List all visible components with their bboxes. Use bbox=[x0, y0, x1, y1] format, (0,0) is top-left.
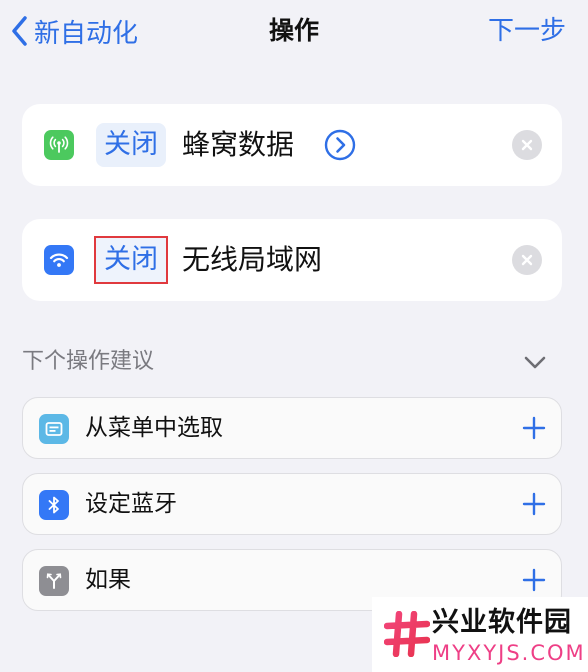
action-parameter-token[interactable]: 关闭 bbox=[96, 123, 166, 167]
bluetooth-glyph bbox=[48, 496, 59, 514]
close-icon bbox=[521, 139, 533, 151]
plus-icon[interactable] bbox=[521, 415, 547, 441]
suggestion-label: 设定蓝牙 bbox=[85, 491, 177, 517]
site-watermark: 兴业软件园 MYXYJS.COM bbox=[372, 597, 588, 672]
remove-action-button[interactable] bbox=[512, 130, 542, 160]
branch-icon bbox=[39, 566, 69, 596]
suggestion-label: 从菜单中选取 bbox=[85, 415, 223, 441]
cellular-icon bbox=[44, 130, 74, 160]
action-label: 蜂窝数据 bbox=[182, 128, 295, 161]
shortcut-automation-screen: 新自动化 操作 下一步 关闭 蜂窝数据 关闭 无线局域网 下个操作建议 从菜单中… bbox=[0, 0, 588, 672]
remove-action-button[interactable] bbox=[512, 245, 542, 275]
plus-icon[interactable] bbox=[521, 491, 547, 517]
branch-glyph bbox=[46, 573, 62, 589]
plus-icon[interactable] bbox=[521, 567, 547, 593]
navigation-bar: 新自动化 操作 下一步 bbox=[0, 0, 588, 64]
antenna-glyph bbox=[49, 136, 69, 153]
watermark-url: MYXYJS.COM bbox=[432, 641, 586, 665]
chevron-right-circle-icon[interactable] bbox=[324, 129, 356, 161]
watermark-name: 兴业软件园 bbox=[432, 607, 572, 638]
menu-glyph bbox=[45, 422, 63, 436]
suggestion-item-set-bluetooth[interactable]: 设定蓝牙 bbox=[22, 473, 562, 535]
close-icon bbox=[521, 254, 533, 266]
wifi-glyph bbox=[49, 253, 69, 267]
chevron-down-icon[interactable] bbox=[522, 350, 548, 376]
wifi-icon bbox=[44, 245, 74, 275]
suggestion-item-choose-from-menu[interactable]: 从菜单中选取 bbox=[22, 397, 562, 459]
suggestion-label: 如果 bbox=[85, 567, 131, 593]
hash-logo-icon bbox=[384, 611, 430, 657]
action-card-wifi[interactable]: 关闭 无线局域网 bbox=[22, 219, 562, 301]
action-label: 无线局域网 bbox=[182, 243, 323, 276]
bluetooth-icon bbox=[39, 490, 69, 520]
suggestions-heading: 下个操作建议 bbox=[22, 349, 155, 374]
action-card-cellular[interactable]: 关闭 蜂窝数据 bbox=[22, 104, 562, 186]
next-button[interactable]: 下一步 bbox=[488, 10, 566, 52]
action-parameter-token[interactable]: 关闭 bbox=[94, 236, 168, 284]
menu-icon bbox=[39, 414, 69, 444]
